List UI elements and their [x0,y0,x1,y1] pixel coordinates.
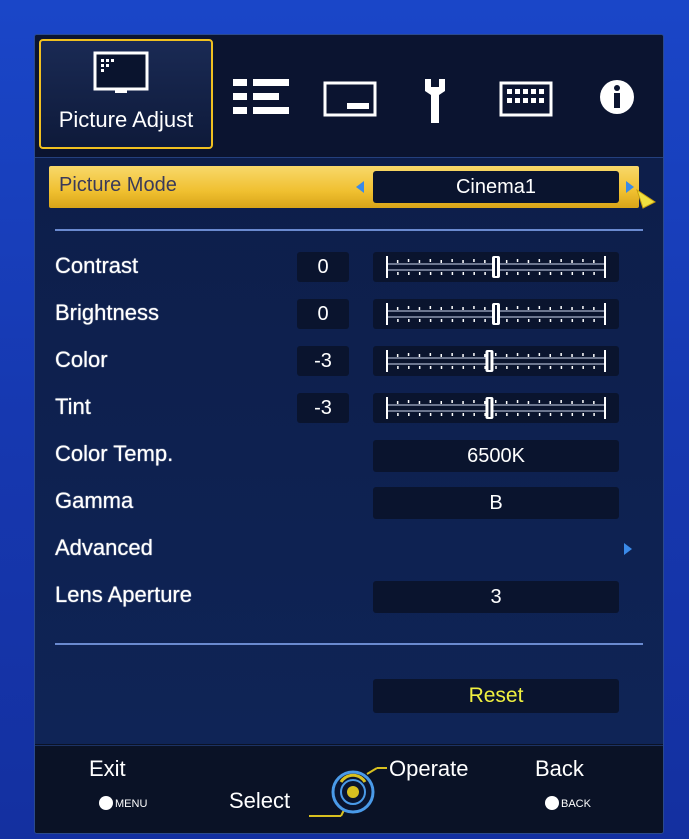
color-label: Color [55,347,108,372]
exit-label: Exit [89,756,126,781]
pointer-cursor-icon [636,188,656,209]
lens-aperture-value[interactable]: 3 [373,581,619,613]
settings-list: Picture Mode Cinema1 Contrast 0 Brightne… [35,158,663,744]
select-label: Select [229,788,291,813]
contrast-label: Contrast [55,253,139,278]
tint-slider[interactable] [373,393,619,423]
wrench-icon[interactable] [423,77,447,125]
keyboard-icon[interactable] [499,81,553,117]
info-icon[interactable] [599,79,635,115]
back-label: Back [535,756,584,781]
gamma-value[interactable]: B [373,487,619,519]
picture-mode-value: Cinema1 [373,171,619,203]
divider-bottom [55,643,643,645]
contrast-value[interactable]: 0 [297,252,349,282]
gamma-label: Gamma [55,488,134,513]
brightness-slider[interactable] [373,299,619,329]
footer-help-bar: Exit MENU Select Operate Back BACK [35,745,663,833]
brightness-value[interactable]: 0 [297,299,349,329]
picture-icon [93,51,149,93]
color-temp-value[interactable]: 6500K [373,440,619,472]
back-key-icon [545,796,559,810]
brightness-label: Brightness [55,300,159,325]
tab-bar: Picture Adjust [35,35,663,158]
submenu-arrow-icon[interactable] [623,542,633,556]
divider-top [55,229,643,231]
color-slider[interactable] [373,346,619,376]
menu-key-icon [99,796,113,810]
tint-value[interactable]: -3 [297,393,349,423]
tab-picture-adjust[interactable]: Picture Adjust [39,39,213,149]
back-key-label: BACK [561,798,591,810]
tint-label: Tint [55,394,91,419]
picture-mode-label: Picture Mode [59,174,177,196]
lens-aperture-label: Lens Aperture [55,582,192,607]
reset-button[interactable]: Reset [373,679,619,713]
arrow-left-icon[interactable] [355,180,365,194]
tab-picture-adjust-label: Picture Adjust [58,107,194,132]
contrast-slider[interactable] [373,252,619,282]
operate-label: Operate [389,756,469,781]
color-temp-label: Color Temp. [55,441,174,466]
display-icon[interactable] [323,81,377,117]
picture-adjust-menu: Picture Adjust Picture Mode Cinema1 Cont… [34,34,664,834]
menu-key-label: MENU [115,798,148,810]
advanced-label[interactable]: Advanced [55,535,153,561]
picture-mode-row[interactable]: Picture Mode Cinema1 [49,166,656,209]
arrow-right-icon[interactable] [625,180,635,194]
input-settings-icon[interactable] [233,77,291,117]
color-value[interactable]: -3 [297,346,349,376]
